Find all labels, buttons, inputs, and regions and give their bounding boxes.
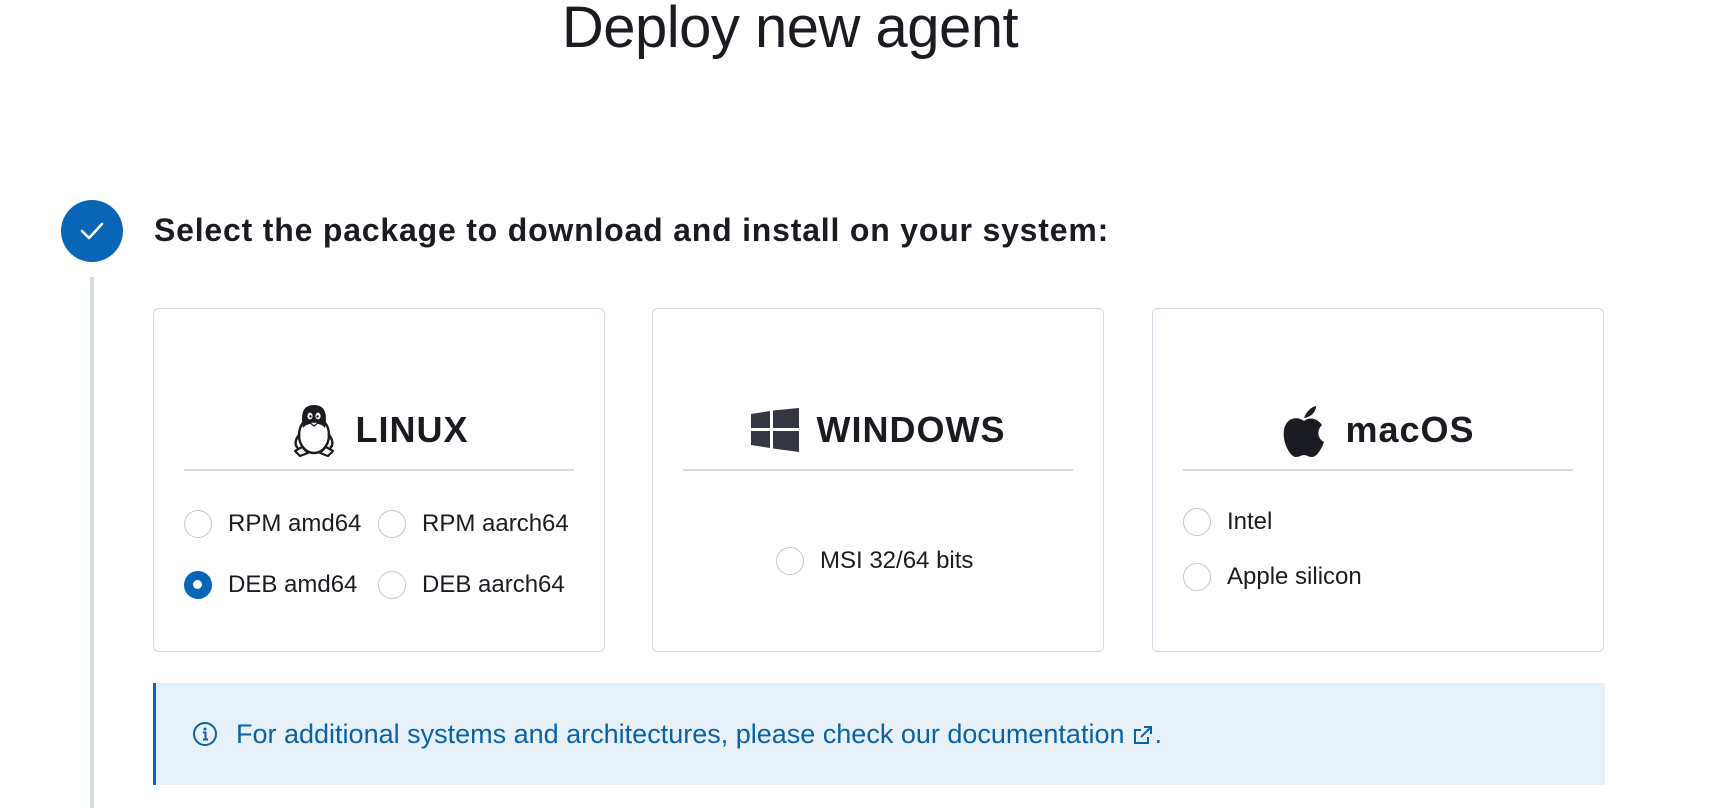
radio-rpm-aarch64[interactable]: RPM aarch64	[378, 510, 569, 538]
radio-circle[interactable]	[184, 510, 212, 538]
windows-logo-icon	[750, 408, 799, 452]
radio-label: Intel	[1227, 508, 1273, 535]
check-icon	[80, 222, 104, 240]
radio-circle-selected[interactable]	[184, 571, 212, 599]
macos-card-title: macOS	[1345, 409, 1475, 450]
macos-card-header: macOS	[1183, 391, 1573, 471]
info-icon	[192, 721, 218, 747]
radio-label: MSI 32/64 bits	[820, 547, 974, 574]
windows-card-title: WINDOWS	[816, 409, 1006, 450]
page-title: Deploy new agent	[561, 0, 1019, 60]
windows-card-header: WINDOWS	[683, 391, 1073, 471]
linux-card-header: LINUX	[184, 391, 574, 471]
radio-circle[interactable]	[378, 510, 406, 538]
radio-deb-amd64[interactable]: DEB amd64	[184, 571, 357, 599]
macos-package-card: macOS Intel Apple silicon	[1152, 308, 1604, 652]
radio-intel[interactable]: Intel	[1183, 508, 1272, 536]
linux-tux-icon	[290, 402, 338, 458]
step-title: Select the package to download and insta…	[154, 212, 1110, 248]
radio-label: DEB amd64	[228, 571, 358, 598]
documentation-link-label: documentation	[947, 718, 1125, 749]
external-link-icon	[1132, 724, 1154, 746]
linux-package-card: LINUX RPM amd64 RPM aarch64 DEB amd64 DE…	[153, 308, 605, 652]
radio-msi-32-64[interactable]: MSI 32/64 bits	[776, 547, 973, 575]
radio-label: RPM aarch64	[422, 510, 569, 537]
radio-circle[interactable]	[1183, 563, 1211, 591]
radio-apple-silicon[interactable]: Apple silicon	[1183, 563, 1362, 591]
radio-circle[interactable]	[776, 547, 804, 575]
linux-card-title: LINUX	[355, 409, 469, 450]
step-connector-line	[90, 277, 94, 808]
radio-rpm-amd64[interactable]: RPM amd64	[184, 510, 361, 538]
radio-circle[interactable]	[1183, 508, 1211, 536]
callout-message: For additional systems and architectures…	[236, 719, 1162, 750]
callout-text: For additional systems and architectures…	[236, 718, 948, 749]
documentation-link[interactable]: documentation	[947, 719, 1154, 749]
radio-deb-aarch64[interactable]: DEB aarch64	[378, 571, 565, 599]
radio-label: Apple silicon	[1227, 563, 1362, 590]
radio-circle[interactable]	[378, 571, 406, 599]
info-callout: For additional systems and architectures…	[153, 683, 1605, 785]
apple-logo-icon	[1281, 402, 1327, 458]
callout-suffix: .	[1154, 718, 1162, 749]
radio-label: DEB aarch64	[422, 571, 565, 598]
windows-package-card: WINDOWS MSI 32/64 bits	[652, 308, 1104, 652]
step-complete-badge	[61, 200, 123, 262]
radio-label: RPM amd64	[228, 510, 362, 537]
